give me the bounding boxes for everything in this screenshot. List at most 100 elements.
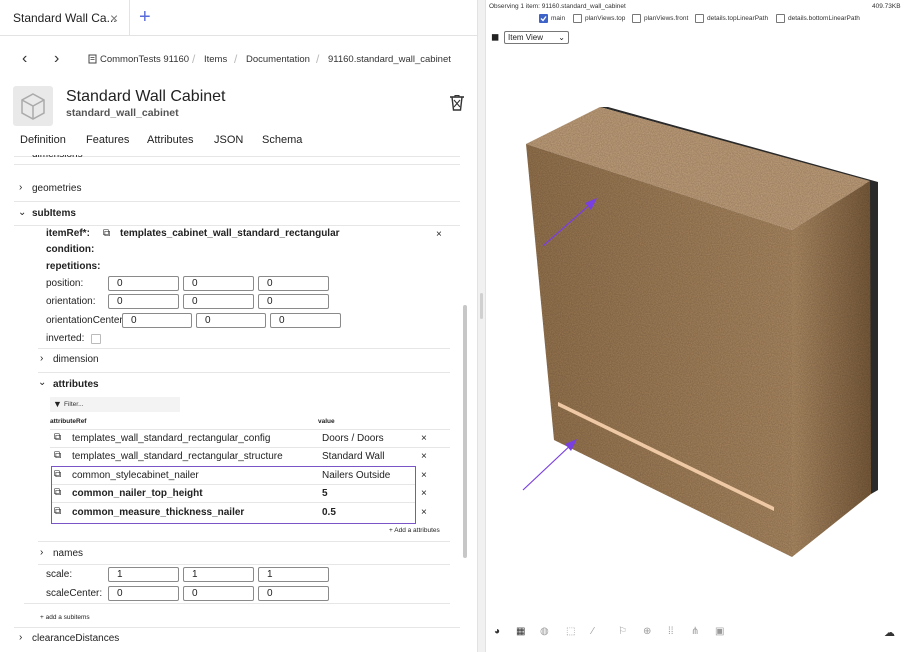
add-subitems-button[interactable]: + add a subitems xyxy=(40,614,90,621)
catalog-icon xyxy=(88,54,97,67)
orientation-y-input[interactable]: 0 xyxy=(183,294,254,309)
cube-icon xyxy=(21,93,45,120)
external-link-icon[interactable]: ⧉ xyxy=(54,506,61,517)
attribute-value[interactable]: Nailers Outside xyxy=(322,470,390,481)
remove-attribute-button[interactable]: × xyxy=(421,451,427,462)
attribute-ref[interactable]: common_measure_thickness_nailer xyxy=(72,507,244,518)
external-link-icon[interactable]: ⧉ xyxy=(54,469,61,480)
item-thumbnail xyxy=(13,86,53,126)
item-tab[interactable]: Standard Wall Ca... × xyxy=(0,0,130,36)
scale-center-z-input[interactable]: 0 xyxy=(258,586,329,601)
close-tab-icon[interactable]: × xyxy=(110,10,118,26)
delete-icon[interactable] xyxy=(449,94,465,117)
target-icon[interactable]: ⊕ xyxy=(643,626,651,637)
definition-tree: dimensions › geometries ⌄ subItems itemR… xyxy=(14,155,474,652)
section-clearance-distances[interactable]: clearanceDistances xyxy=(32,633,119,644)
attribute-ref[interactable]: common_nailer_top_height xyxy=(72,488,203,499)
remove-attribute-button[interactable]: × xyxy=(421,433,427,444)
tab-schema[interactable]: Schema xyxy=(262,134,302,146)
breadcrumb-items[interactable]: Items xyxy=(204,54,227,65)
external-link-icon[interactable]: ⧉ xyxy=(54,487,61,498)
resize-handle[interactable] xyxy=(480,293,483,319)
position-z-input[interactable]: 0 xyxy=(258,276,329,291)
chevron-down-icon[interactable]: ⌄ xyxy=(18,207,26,218)
breadcrumb-catalog[interactable]: CommonTests 91160 xyxy=(100,54,189,65)
back-button[interactable]: ‹ xyxy=(22,50,27,68)
flag-icon[interactable]: ⚐ xyxy=(618,626,627,637)
orientation-label: orientation: xyxy=(46,296,96,307)
add-attributes-button[interactable]: + Add a attributes xyxy=(389,527,440,534)
cube-icon[interactable]: ⬚ xyxy=(566,626,575,637)
attribute-value[interactable]: Doors / Doors xyxy=(322,433,384,444)
breadcrumb-separator: / xyxy=(234,52,238,66)
scale-z-input[interactable]: 1 xyxy=(258,567,329,582)
scale-center-x-input[interactable]: 0 xyxy=(108,586,179,601)
itemref-value[interactable]: templates_cabinet_wall_standard_rectangu… xyxy=(120,228,340,239)
tab-definition[interactable]: Definition xyxy=(20,134,66,146)
attribute-value[interactable]: 5 xyxy=(322,488,328,499)
breadcrumb-documentation[interactable]: Documentation xyxy=(246,54,310,65)
cabinet-3d-render[interactable] xyxy=(486,0,913,600)
pane-divider[interactable] xyxy=(477,0,486,652)
cloud-download-icon[interactable]: ☁ xyxy=(884,626,895,639)
orientation-center-label: orientationCenter: xyxy=(46,315,124,326)
orientation-center-y-input[interactable]: 0 xyxy=(196,313,266,328)
viewer-panel: Observing 1 item: 91160.standard_wall_ca… xyxy=(486,0,913,652)
condition-label: condition: xyxy=(46,244,95,255)
breadcrumb-separator: / xyxy=(192,52,196,66)
remove-attribute-button[interactable]: × xyxy=(421,470,427,481)
breadcrumb-item[interactable]: 91160.standard_wall_cabinet xyxy=(328,54,451,65)
attribute-ref[interactable]: common_stylecabinet_nailer xyxy=(72,470,199,481)
position-x-input[interactable]: 0 xyxy=(108,276,179,291)
brush-icon[interactable]: ⁄ xyxy=(592,626,594,637)
scrollbar-thumb[interactable] xyxy=(463,305,467,558)
orientation-z-input[interactable]: 0 xyxy=(258,294,329,309)
chevron-right-icon[interactable]: › xyxy=(19,182,22,193)
tab-attributes[interactable]: Attributes xyxy=(147,134,193,146)
attribute-value[interactable]: 0.5 xyxy=(322,507,336,518)
filter-icon: ▼ xyxy=(53,399,62,409)
image-icon[interactable]: ▣ xyxy=(715,626,724,637)
scale-center-y-input[interactable]: 0 xyxy=(183,586,254,601)
tab-title: Standard Wall Ca... xyxy=(13,11,117,25)
position-y-input[interactable]: 0 xyxy=(183,276,254,291)
itemref-label: itemRef*: xyxy=(46,228,90,239)
palette-icon[interactable]: ◕ xyxy=(494,626,500,637)
grid-icon[interactable]: ▦ xyxy=(516,626,525,637)
filter-input[interactable]: ▼ Filter... xyxy=(50,397,180,412)
orientation-center-z-input[interactable]: 0 xyxy=(270,313,341,328)
orientation-x-input[interactable]: 0 xyxy=(108,294,179,309)
section-dimension[interactable]: dimension xyxy=(53,354,99,365)
attribute-ref[interactable]: templates_wall_standard_rectangular_conf… xyxy=(72,433,270,444)
section-attributes[interactable]: attributes xyxy=(53,379,99,390)
viewer-toolbar: ◕ ▦ ◍ ⬚ ⁄ ⚐ ⊕ ⁞⁞ ⋔ ▣ ☁ xyxy=(486,620,913,646)
attribute-ref[interactable]: templates_wall_standard_rectangular_stru… xyxy=(72,451,283,462)
external-link-icon[interactable]: ⧉ xyxy=(54,450,61,461)
section-names[interactable]: names xyxy=(53,548,83,559)
network-icon[interactable]: ⋔ xyxy=(691,626,699,637)
external-link-icon[interactable]: ⧉ xyxy=(54,432,61,443)
remove-attribute-button[interactable]: × xyxy=(421,488,427,499)
chevron-right-icon[interactable]: › xyxy=(19,632,22,643)
scale-label: scale: xyxy=(46,569,73,580)
add-tab-button[interactable]: + xyxy=(139,6,151,29)
scale-x-input[interactable]: 1 xyxy=(108,567,179,582)
remove-attribute-button[interactable]: × xyxy=(421,507,427,518)
sphere-icon[interactable]: ◍ xyxy=(540,626,549,637)
section-geometries[interactable]: geometries xyxy=(32,183,81,194)
dots-grid-icon[interactable]: ⁞⁞ xyxy=(668,626,674,637)
tab-json[interactable]: JSON xyxy=(214,134,243,146)
orientation-center-x-input[interactable]: 0 xyxy=(122,313,192,328)
tab-features[interactable]: Features xyxy=(86,134,129,146)
attribute-value[interactable]: Standard Wall xyxy=(322,451,384,462)
chevron-right-icon[interactable]: › xyxy=(40,353,43,364)
chevron-right-icon[interactable]: › xyxy=(40,547,43,558)
forward-button[interactable]: › xyxy=(54,50,59,68)
inverted-checkbox[interactable] xyxy=(91,334,101,344)
remove-itemref-button[interactable]: × xyxy=(436,229,442,240)
chevron-down-icon[interactable]: ⌄ xyxy=(38,377,46,388)
section-subitems[interactable]: subItems xyxy=(32,208,76,219)
external-link-icon[interactable]: ⧉ xyxy=(103,228,110,239)
section-dimensions[interactable]: dimensions xyxy=(32,155,83,160)
scale-y-input[interactable]: 1 xyxy=(183,567,254,582)
